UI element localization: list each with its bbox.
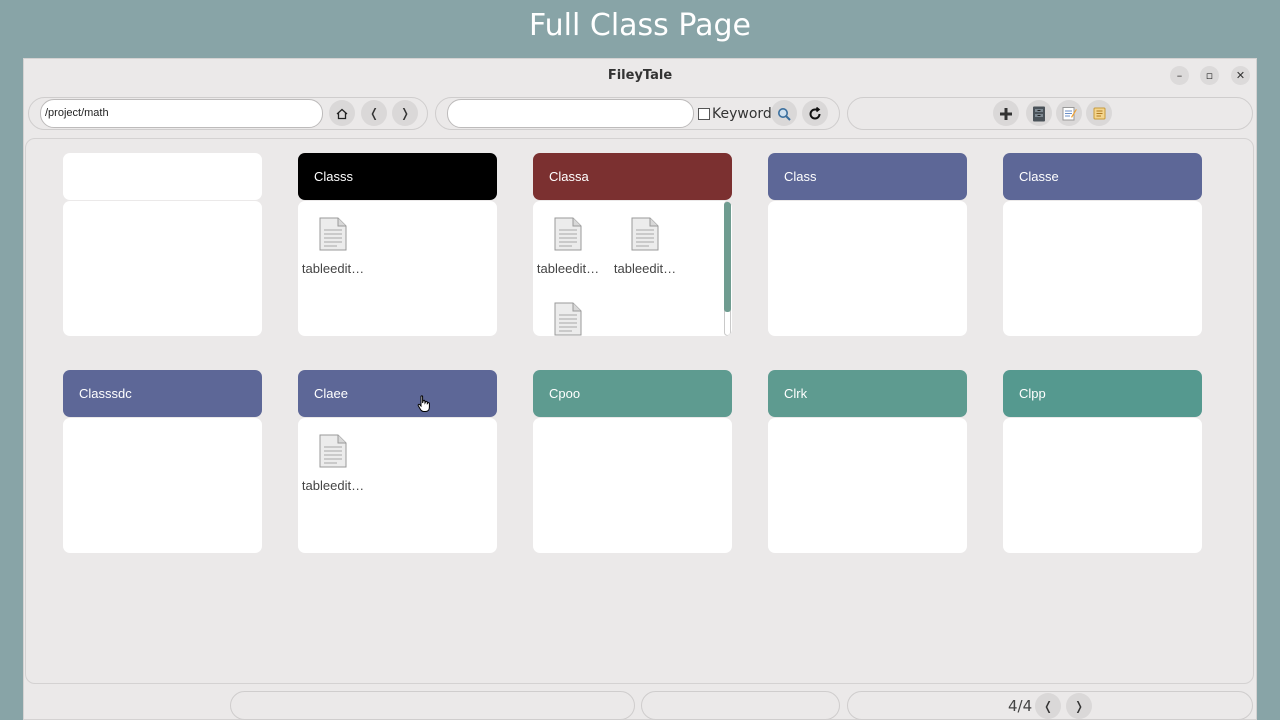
chevron-left-icon: ❬ — [1042, 699, 1054, 713]
file-name: tableedit… — [613, 261, 677, 276]
memo-button[interactable] — [1056, 100, 1082, 126]
class-card-header[interactable]: Class — [63, 153, 262, 200]
class-card-header[interactable]: Classa — [533, 153, 732, 200]
page-prev-button[interactable]: ❬ — [1035, 693, 1061, 719]
class-card: Clpp — [1003, 370, 1202, 553]
action-toolbar — [847, 97, 1253, 130]
footer-status-middle — [641, 691, 840, 720]
keyword-checkbox-group[interactable]: Keyword — [698, 106, 772, 122]
file-item[interactable]: tableedit… — [533, 217, 604, 276]
file-item[interactable]: tableedit… — [609, 217, 681, 276]
file-item[interactable] — [533, 302, 604, 336]
minimize-button[interactable]: – — [1170, 66, 1189, 85]
page-next-button[interactable]: ❭ — [1066, 693, 1092, 719]
forward-icon: ❭ — [399, 106, 411, 120]
document-icon — [319, 217, 347, 255]
keyword-label: Keyword — [712, 106, 772, 122]
maximize-button[interactable]: ▫ — [1200, 66, 1219, 85]
page-indicator: 4/4 — [1008, 697, 1033, 715]
forward-button[interactable]: ❭ — [392, 100, 418, 126]
class-card: Classs tableedit… — [298, 153, 497, 336]
hand-cursor-icon — [417, 395, 430, 412]
class-card-header[interactable]: Clrk — [768, 370, 967, 417]
refresh-button[interactable] — [802, 100, 828, 126]
title-bar: FileyTale – ▫ ✕ — [24, 59, 1256, 93]
search-input[interactable] — [447, 99, 694, 128]
scrollbar-thumb[interactable] — [724, 202, 731, 312]
class-card: Classsdc — [63, 370, 262, 553]
file-name: tableedit… — [301, 261, 365, 276]
back-icon: ❬ — [368, 106, 380, 120]
document-icon — [554, 302, 582, 336]
class-card-header[interactable]: Classsdc — [63, 370, 262, 417]
class-grid: Class Classs tableedit… Classa tableedit… tab… — [25, 138, 1254, 684]
close-button[interactable]: ✕ — [1231, 66, 1250, 85]
home-icon — [336, 108, 348, 119]
footer-status-left — [230, 691, 635, 720]
back-button[interactable]: ❬ — [361, 100, 387, 126]
class-card-header[interactable]: Classe — [1003, 153, 1202, 200]
add-class-button[interactable] — [993, 100, 1019, 126]
class-card: Claee tableedit… — [298, 370, 497, 553]
class-card-body — [768, 201, 967, 336]
class-card-header[interactable]: Claee — [298, 370, 497, 417]
search-toolbar: Keyword — [435, 97, 840, 130]
class-card: Classe — [1003, 153, 1202, 336]
scroll-icon — [1093, 107, 1105, 120]
card-scrollbar[interactable] — [724, 201, 731, 336]
document-icon — [319, 434, 347, 472]
class-card: Clrk — [768, 370, 967, 553]
pagination-bar: 4/4 ❬ ❭ — [847, 691, 1253, 720]
path-input[interactable]: /project/math — [40, 99, 323, 128]
add-icon — [1000, 107, 1012, 120]
cabinet-icon — [1033, 106, 1045, 121]
class-card-body: tableedit… — [298, 418, 497, 553]
cabinet-button[interactable] — [1026, 100, 1052, 126]
chevron-right-icon: ❭ — [1073, 699, 1085, 713]
file-item[interactable]: tableedit… — [298, 434, 369, 493]
search-button[interactable] — [771, 100, 797, 126]
refresh-icon — [809, 106, 821, 119]
class-card-body — [1003, 418, 1202, 553]
class-card-header[interactable]: Clpp — [1003, 370, 1202, 417]
search-icon — [778, 107, 791, 121]
file-name: tableedit… — [536, 261, 600, 276]
class-card: Class — [768, 153, 967, 336]
class-card-header[interactable]: Cpoo — [533, 370, 732, 417]
class-card-body — [533, 418, 732, 553]
app-window: FileyTale – ▫ ✕ /project/math ❬ ❭ Keywor… — [23, 58, 1257, 720]
path-toolbar: /project/math ❬ ❭ — [28, 97, 428, 130]
memo-icon — [1062, 107, 1077, 121]
class-card-body: tableedit… — [298, 201, 497, 336]
class-card-header[interactable]: Class — [768, 153, 967, 200]
class-card: Classa tableedit… tableedit… — [533, 153, 732, 336]
keyword-checkbox[interactable] — [698, 108, 710, 120]
class-card: Class — [63, 153, 262, 336]
window-title: FileyTale — [607, 68, 673, 83]
scroll-button[interactable] — [1086, 100, 1112, 126]
class-card-header[interactable]: Classs — [298, 153, 497, 200]
file-item[interactable]: tableedit… — [298, 217, 369, 276]
file-name: tableedit… — [301, 478, 365, 493]
document-icon — [631, 217, 659, 255]
page-heading: Full Class Page — [529, 8, 751, 43]
document-icon — [554, 217, 582, 255]
class-card-body — [63, 418, 262, 553]
class-card-body — [768, 418, 967, 553]
class-card-body — [63, 201, 262, 336]
home-button[interactable] — [329, 100, 355, 126]
class-card: Cpoo — [533, 370, 732, 553]
class-card-body — [1003, 201, 1202, 336]
class-card-body: tableedit… tableedit… — [533, 201, 732, 336]
